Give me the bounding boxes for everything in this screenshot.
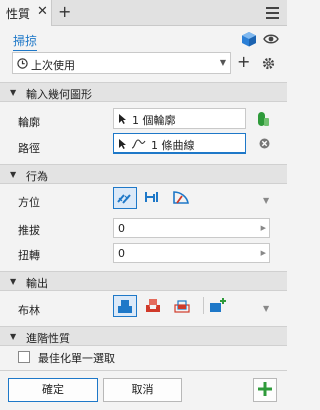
apply-button[interactable] — [253, 378, 277, 402]
plus-icon — [258, 382, 272, 396]
taper-value: 0 — [118, 222, 125, 235]
boolean-join-button[interactable] — [113, 295, 137, 317]
close-icon[interactable]: ✕ — [37, 4, 48, 19]
section-behavior[interactable]: ▼ 行為 — [0, 164, 287, 184]
path-label: 路徑 — [18, 142, 40, 155]
optimize-label: 最佳化單一選取 — [38, 352, 115, 365]
gear-icon[interactable] — [262, 57, 275, 70]
profile-selector[interactable]: 1 個輪廓 — [113, 108, 246, 129]
section-title: 進階性質 — [26, 332, 70, 345]
profile-value: 1 個輪廓 — [132, 114, 176, 127]
path-selector[interactable]: 1 條曲線 — [113, 133, 246, 154]
collapse-icon: ▼ — [10, 170, 17, 179]
twist-value: 0 — [118, 247, 125, 260]
clear-selection-icon[interactable] — [259, 138, 270, 149]
boolean-label: 布林 — [18, 304, 40, 317]
divider — [203, 297, 204, 314]
tab-bar: 性質 ✕ + — [0, 0, 287, 26]
join-icon — [118, 300, 132, 313]
twist-label: 扭轉 — [18, 249, 40, 262]
chevron-right-icon[interactable]: ▶ — [261, 249, 266, 257]
cube-icon[interactable] — [241, 31, 257, 47]
profile-solid-icon[interactable] — [256, 110, 270, 128]
eye-icon[interactable] — [263, 33, 279, 45]
chevron-right-icon[interactable]: ▶ — [261, 224, 266, 232]
chevron-down-icon: ▼ — [219, 58, 226, 67]
tab-properties[interactable]: 性質 ✕ — [0, 0, 52, 26]
profile-label: 輪廓 — [18, 116, 40, 129]
chevron-down-icon[interactable]: ▼ — [263, 304, 269, 313]
orientation-label: 方位 — [18, 196, 40, 209]
new-solid-icon[interactable] — [209, 297, 227, 313]
taper-input[interactable]: 0 ▶ — [113, 218, 270, 238]
cut-icon[interactable] — [145, 297, 161, 313]
optimize-checkbox[interactable] — [18, 351, 30, 363]
section-advanced[interactable]: ▼ 進階性質 — [0, 326, 287, 346]
menu-icon[interactable] — [266, 7, 279, 19]
tab-label: 性質 — [6, 7, 31, 21]
clock-icon — [17, 58, 28, 69]
add-tab-icon[interactable]: + — [58, 2, 71, 21]
cancel-button[interactable]: 取消 — [103, 378, 182, 402]
orientation-path-icon — [117, 194, 131, 204]
orientation-guide-icon[interactable] — [171, 188, 191, 206]
collapse-icon: ▼ — [10, 88, 17, 97]
section-title: 輸出 — [26, 277, 48, 290]
chevron-down-icon[interactable]: ▼ — [263, 196, 269, 205]
button-bar: 確定 取消 — [0, 370, 287, 410]
add-preset-icon[interactable]: + — [237, 52, 250, 71]
cursor-icon — [119, 139, 126, 149]
curve-icon — [131, 139, 146, 149]
collapse-icon: ▼ — [10, 332, 17, 341]
section-output[interactable]: ▼ 輸出 — [0, 271, 287, 291]
section-title: 行為 — [26, 170, 48, 183]
section-title: 輸入幾何圖形 — [26, 88, 92, 101]
section-input-geometry[interactable]: ▼ 輸入幾何圖形 — [0, 82, 287, 102]
collapse-icon: ▼ — [10, 277, 17, 286]
path-value: 1 條曲線 — [151, 139, 195, 152]
orientation-fixed-icon[interactable] — [143, 189, 163, 205]
preset-select[interactable]: 上次使用 ▼ — [12, 52, 231, 74]
preset-value: 上次使用 — [31, 59, 75, 72]
twist-input[interactable]: 0 ▶ — [113, 243, 270, 263]
taper-label: 推拔 — [18, 224, 40, 237]
ok-button[interactable]: 確定 — [8, 378, 98, 402]
intersect-icon[interactable] — [174, 297, 190, 313]
cursor-icon — [119, 114, 126, 124]
orientation-path-button[interactable] — [113, 187, 137, 209]
feature-name-link[interactable]: 掃掠 — [13, 32, 38, 51]
